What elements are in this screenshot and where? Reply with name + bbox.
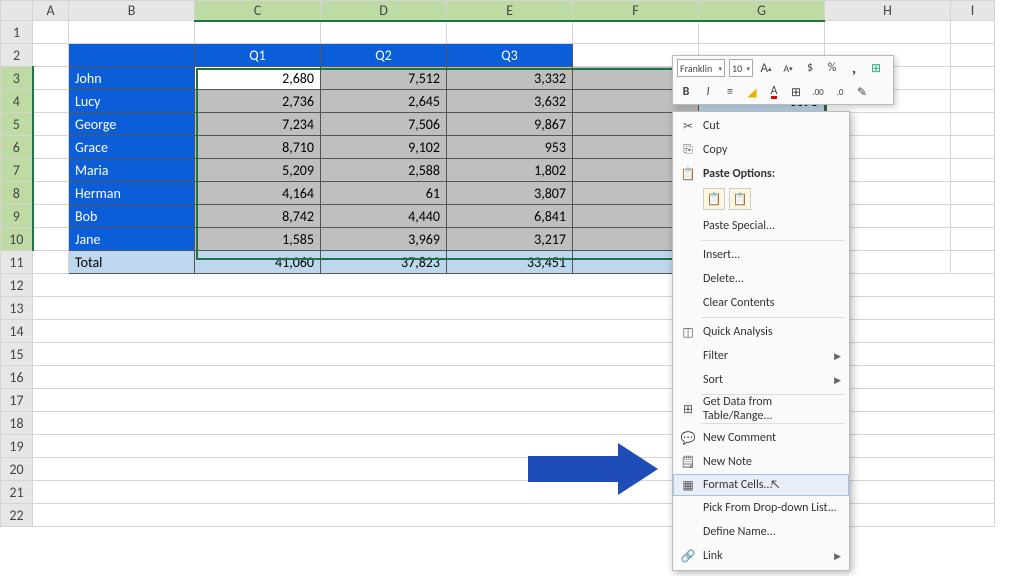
cursor-icon: ↖ <box>770 478 781 492</box>
col-H[interactable]: H <box>825 1 951 21</box>
font-select[interactable]: Franklin▾ <box>677 59 725 77</box>
chevron-right-icon: ▶ <box>834 375 841 386</box>
copy-icon: ⎘ <box>679 142 697 158</box>
row-11[interactable]: 11 <box>1 251 33 274</box>
comma-icon[interactable]: , <box>845 59 863 77</box>
clipboard-icon: 📋 <box>679 166 697 182</box>
name-john[interactable]: John <box>69 67 195 90</box>
percent-icon[interactable]: % <box>823 59 841 77</box>
col-D[interactable]: D <box>321 1 447 21</box>
note-icon: 🗒 <box>679 454 697 470</box>
paste-values-icon[interactable]: 📋 <box>729 188 751 210</box>
annotation-arrow <box>528 456 618 482</box>
menu-new-note[interactable]: 🗒New Note <box>673 450 849 474</box>
row-1[interactable]: 1 <box>1 21 33 44</box>
border-icon[interactable]: ⊞ <box>787 83 805 101</box>
menu-clear-contents[interactable]: Clear Contents <box>673 291 849 315</box>
italic-icon[interactable]: I <box>699 83 717 101</box>
grow-font-icon[interactable]: A▴ <box>757 59 775 77</box>
col-E[interactable]: E <box>447 1 573 21</box>
currency-icon[interactable]: $ <box>801 59 819 77</box>
chevron-right-icon: ▶ <box>834 351 841 362</box>
mini-toolbar[interactable]: Franklin▾ 10▾ A▴ A▾ $ % , ⊞ B I ≡ ◢ A ⊞ … <box>672 55 894 105</box>
shrink-font-icon[interactable]: A▾ <box>779 59 797 77</box>
chevron-right-icon: ▶ <box>834 551 841 562</box>
row-7[interactable]: 7 <box>1 159 33 182</box>
separator <box>701 240 845 241</box>
menu-new-comment[interactable]: 💬New Comment <box>673 426 849 450</box>
comment-icon: 💬 <box>679 430 697 446</box>
row-8[interactable]: 8 <box>1 182 33 205</box>
bold-icon[interactable]: B <box>677 83 695 101</box>
row-2[interactable]: 2 <box>1 44 33 67</box>
col-F[interactable]: F <box>573 1 699 21</box>
menu-quick-analysis[interactable]: ◫Quick Analysis <box>673 320 849 344</box>
menu-paste-options: 📋Paste Options: <box>673 162 849 186</box>
header-blank[interactable] <box>69 44 195 67</box>
format-cells-icon[interactable]: ⊞ <box>867 59 885 77</box>
row-4[interactable]: 4 <box>1 90 33 113</box>
col-B[interactable]: B <box>69 1 195 21</box>
menu-paste-special[interactable]: Paste Special... <box>673 214 849 238</box>
menu-filter[interactable]: Filter▶ <box>673 344 849 368</box>
menu-sort[interactable]: Sort▶ <box>673 368 849 392</box>
paste-icon[interactable]: 📋 <box>703 188 725 210</box>
paste-options-row: 📋 📋 <box>673 186 849 214</box>
menu-pick-from-list[interactable]: Pick From Drop-down List... <box>673 496 849 520</box>
menu-insert[interactable]: Insert... <box>673 243 849 267</box>
menu-cut[interactable]: ✂Cut <box>673 114 849 138</box>
font-size-select[interactable]: 10▾ <box>729 59 753 77</box>
fill-color-icon[interactable]: ◢ <box>743 83 761 101</box>
context-menu[interactable]: ✂Cut ⎘Copy 📋Paste Options: 📋 📋 Paste Spe… <box>672 111 850 571</box>
col-I[interactable]: I <box>951 1 995 21</box>
row-3[interactable]: 3 <box>1 67 33 90</box>
menu-delete[interactable]: Delete... <box>673 267 849 291</box>
col-G[interactable]: G <box>699 1 825 21</box>
total-label[interactable]: Total <box>69 251 195 274</box>
quick-analysis-icon: ◫ <box>679 324 697 340</box>
menu-define-name[interactable]: Define Name... <box>673 520 849 544</box>
row-10[interactable]: 10 <box>1 228 33 251</box>
row-6[interactable]: 6 <box>1 136 33 159</box>
menu-get-data[interactable]: ⊞Get Data from Table/Range... <box>673 397 849 421</box>
format-painter-icon[interactable]: ✎ <box>853 83 871 101</box>
scissors-icon: ✂ <box>679 118 697 134</box>
row-9[interactable]: 9 <box>1 205 33 228</box>
header-q2[interactable]: Q2 <box>321 44 447 67</box>
menu-format-cells[interactable]: ▦Format Cells... <box>673 474 849 496</box>
header-q3[interactable]: Q3 <box>447 44 573 67</box>
menu-link[interactable]: 🔗Link▶ <box>673 544 849 568</box>
menu-copy[interactable]: ⎘Copy <box>673 138 849 162</box>
col-C[interactable]: C <box>195 1 321 21</box>
font-color-icon[interactable]: A <box>765 83 783 101</box>
increase-decimal-icon[interactable]: .00 <box>809 83 827 101</box>
col-A[interactable]: A <box>33 1 69 21</box>
format-cells-icon: ▦ <box>679 477 697 493</box>
table-icon: ⊞ <box>679 401 697 417</box>
header-q1[interactable]: Q1 <box>195 44 321 67</box>
align-icon[interactable]: ≡ <box>721 83 739 101</box>
cell-C3[interactable]: 2,680 <box>195 67 321 90</box>
row-5[interactable]: 5 <box>1 113 33 136</box>
link-icon: 🔗 <box>679 548 697 564</box>
select-all-corner[interactable] <box>1 1 33 21</box>
decrease-decimal-icon[interactable]: .0 <box>831 83 849 101</box>
